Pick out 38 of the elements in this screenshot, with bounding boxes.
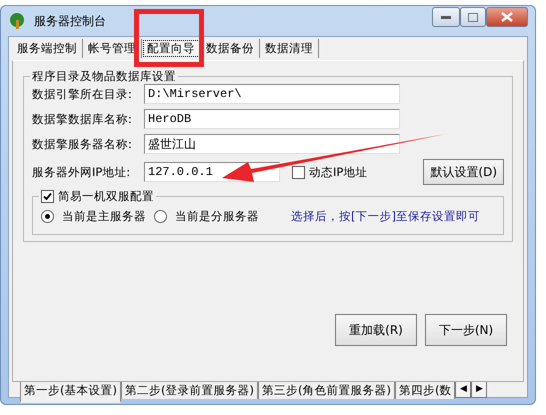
maximize-icon	[468, 12, 478, 22]
action-button[interactable]: 重加载(R)	[335, 314, 417, 346]
step-tab[interactable]: 第二步(登录前置服务器)	[120, 381, 258, 400]
window-title: 服务器控制台	[34, 13, 106, 30]
maximize-button[interactable]	[460, 7, 486, 27]
scroll-arrow-button[interactable]: ▶	[471, 381, 488, 398]
radio-label: 当前是分服务器	[175, 208, 259, 226]
close-button[interactable]	[486, 7, 528, 27]
checkbox[interactable]	[292, 166, 305, 179]
input-field[interactable]: D:\Mirserver\	[144, 84, 400, 104]
checkbox-label: 动态IP地址	[309, 164, 368, 181]
field-label: 数据引擎所在目录:	[32, 86, 133, 103]
checkbox-label: 简易一机双服配置	[58, 189, 154, 204]
tab[interactable]: 数据清理	[260, 39, 319, 58]
radio-button[interactable]	[41, 210, 54, 224]
radio-label: 当前是主服务器	[62, 208, 146, 226]
step-tab[interactable]: 第一步(基本设置)	[20, 381, 121, 404]
field-label: 数据擎服务器名称:	[32, 136, 133, 153]
default-settings-button[interactable]: 默认设置(D)	[423, 159, 504, 186]
input-field[interactable]: 盛世江山	[144, 134, 400, 154]
action-button[interactable]: 下一步(N)	[425, 314, 507, 346]
step-tab[interactable]: 第四步(数	[394, 381, 456, 400]
hint-text: 选择后，按[下一步]至保存设置即可	[291, 208, 480, 226]
close-icon	[501, 12, 513, 22]
field-label: 服务器外网IP地址:	[32, 164, 132, 181]
checkbox[interactable]	[41, 190, 54, 204]
field-label: 数据擎数据库名称:	[32, 110, 133, 128]
input-field[interactable]: HeroDB	[144, 109, 400, 130]
tab[interactable]: 服务端控制	[12, 39, 83, 58]
tab[interactable]: 配置向导	[142, 39, 201, 58]
minimize-icon	[441, 15, 451, 19]
tab[interactable]: 数据备份	[201, 39, 260, 58]
minimize-button[interactable]	[432, 7, 460, 27]
tree-logo-icon	[8, 12, 26, 30]
radio-button[interactable]	[154, 210, 167, 224]
group-title: 程序目录及物品数据库设置	[31, 69, 177, 84]
step-tab[interactable]: 第三步(角色前置服务器)	[258, 381, 395, 400]
scroll-arrow-button[interactable]: ◀	[455, 381, 472, 398]
